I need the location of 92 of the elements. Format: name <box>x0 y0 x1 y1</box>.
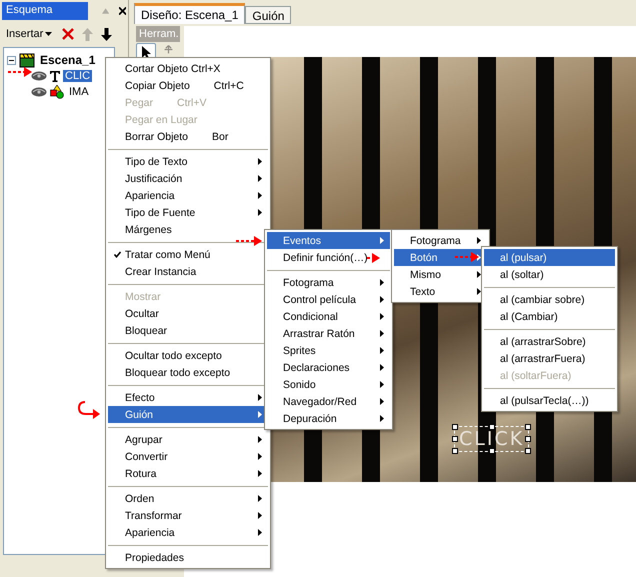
menu-item[interactable]: al (Cambiar) <box>484 308 615 325</box>
menu-item[interactable]: Convertir <box>108 448 268 465</box>
menu-item[interactable]: Tipo de Texto <box>108 153 268 170</box>
clapperboard-icon <box>19 52 35 68</box>
tree-item[interactable]: CLIC <box>63 70 92 82</box>
menu-item[interactable]: Fotograma <box>394 232 487 249</box>
submenu-arrow-icon <box>258 158 262 165</box>
menu-item[interactable]: Agrupar <box>108 431 268 448</box>
menu-item[interactable]: Bloquear todo excepto <box>108 364 268 381</box>
submenu-arrow-icon <box>258 192 262 199</box>
submenu-arrow-icon <box>258 394 262 401</box>
menu-item[interactable]: al (cambiar sobre) <box>484 291 615 308</box>
submenu-arrow-icon <box>380 296 384 303</box>
menu-item[interactable]: Apariencia <box>108 187 268 204</box>
menu-item[interactable]: Eventos <box>267 232 390 249</box>
menu-item[interactable]: Declaraciones <box>267 359 390 376</box>
arrow-icon <box>8 67 32 77</box>
menu-item[interactable]: Sonido <box>267 376 390 393</box>
menu-item[interactable]: Ocultar todo excepto <box>108 347 268 364</box>
submenu-arrow-icon <box>258 436 262 443</box>
menu-item[interactable]: Orden <box>108 490 268 507</box>
tab[interactable]: Diseño: Escena_1 <box>134 3 246 24</box>
menu-item[interactable]: al (arrastrarSobre) <box>484 333 615 350</box>
submenu-arrow-icon <box>380 279 384 286</box>
menu-item[interactable]: Propiedades <box>108 549 268 566</box>
transform-icon <box>164 45 172 54</box>
insert-button[interactable]: Insertar <box>4 28 54 40</box>
submenu-arrow-icon <box>477 288 481 295</box>
menu-item[interactable]: Rotura <box>108 465 268 482</box>
panel-title: Esquema <box>2 2 88 20</box>
menu-item[interactable]: al (pulsarTecla(…)) <box>484 392 615 409</box>
menu-item[interactable]: al (soltar) <box>484 266 615 283</box>
delete-icon[interactable] <box>62 28 74 40</box>
eye-icon <box>31 71 47 81</box>
menu-item[interactable]: Efecto <box>108 389 268 406</box>
submenu-arrow-icon <box>380 330 384 337</box>
submenu-arrow-icon <box>258 453 262 460</box>
menu-item[interactable]: Bloquear <box>108 322 268 339</box>
down-arrow-icon[interactable] <box>101 28 112 40</box>
submenu-arrow-icon <box>380 415 384 422</box>
submenu-arrow-icon <box>380 364 384 371</box>
text-type-icon <box>50 70 60 82</box>
submenu-arrow-icon <box>258 529 262 536</box>
menu-item[interactable]: Sprites <box>267 342 390 359</box>
arrow-icon <box>455 252 479 262</box>
menu-item[interactable]: Crear Instancia <box>108 263 268 280</box>
menu-item[interactable]: Márgenes <box>108 221 268 238</box>
submenu-arrow-icon <box>258 512 262 519</box>
curved-arrow-icon <box>77 400 101 420</box>
menu-item[interactable]: Borrar Objeto Bor <box>108 128 268 145</box>
arrow-icon <box>367 253 380 263</box>
submenu-arrow-icon <box>380 381 384 388</box>
menu-item[interactable]: Tratar como Menú <box>108 246 268 263</box>
menu-item[interactable]: Depuración <box>267 410 390 427</box>
menu-item[interactable]: Copiar Objeto Ctrl+C <box>108 77 268 94</box>
menu-item[interactable]: Transformar <box>108 507 268 524</box>
caret-icon <box>45 32 52 36</box>
tab[interactable]: Guión <box>245 6 292 24</box>
eye-icon <box>31 87 47 97</box>
menu-item[interactable]: Cortar Objeto Ctrl+X <box>108 60 268 77</box>
tree-item[interactable]: Escena_1 <box>38 53 98 67</box>
close-icon[interactable] <box>118 6 126 14</box>
submenu-arrow-icon <box>258 411 262 418</box>
submenu-arrow-icon <box>477 237 481 244</box>
menu-item[interactable]: al (pulsar) <box>484 249 615 266</box>
menu-item[interactable]: Tipo de Fuente <box>108 204 268 221</box>
tools-label: Herram. <box>136 26 180 42</box>
menu-item[interactable]: Fotograma <box>267 274 390 291</box>
submenu-arrow-icon <box>258 470 262 477</box>
checkmark-icon <box>114 251 121 258</box>
menu-item[interactable]: Definir función(…) <box>267 249 390 266</box>
cursor-icon <box>142 46 150 59</box>
submenu-arrow-icon <box>258 209 262 216</box>
arrow-icon <box>236 236 262 246</box>
collapse-icon[interactable] <box>7 56 16 64</box>
menu-item[interactable]: Navegador/Red <box>267 393 390 410</box>
menu-item[interactable]: Condicional <box>267 308 390 325</box>
submenu-arrow-icon <box>380 237 384 244</box>
shapes-icon <box>50 85 64 99</box>
submenu-arrow-icon <box>477 271 481 278</box>
submenu-arrow-icon <box>380 398 384 405</box>
menu-item[interactable]: Control película <box>267 291 390 308</box>
menu-item[interactable]: al (arrastrarFuera) <box>484 350 615 367</box>
menu-item[interactable]: Ocultar <box>108 305 268 322</box>
submenu-arrow-icon <box>380 313 384 320</box>
submenu-arrow-icon <box>258 495 262 502</box>
menu-item[interactable]: Arrastrar Ratón <box>267 325 390 342</box>
submenu-arrow-icon <box>380 347 384 354</box>
tree-item[interactable]: IMA <box>67 86 91 98</box>
menu-item[interactable]: Justificación <box>108 170 268 187</box>
submenu-arrow-icon <box>258 175 262 182</box>
menu-item[interactable]: Apariencia <box>108 524 268 541</box>
